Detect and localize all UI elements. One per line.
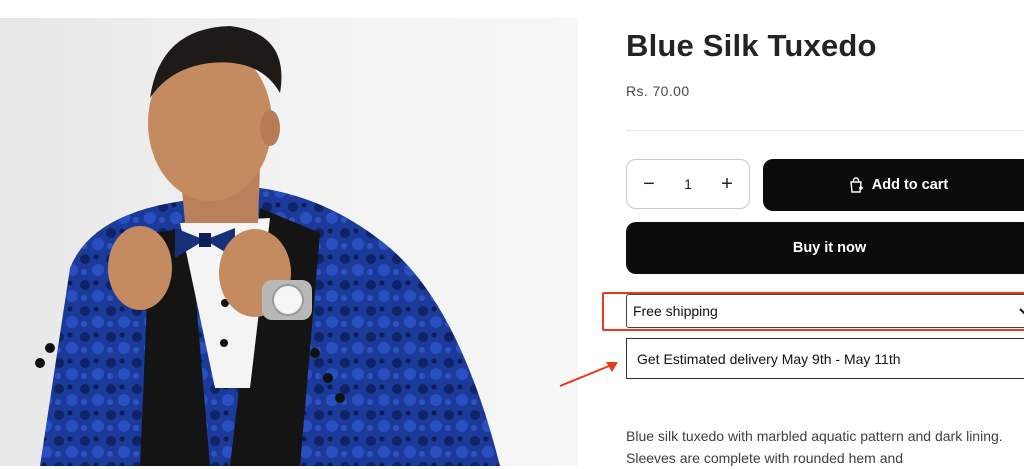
estimated-delivery: Get Estimated delivery May 9th - May 11t… <box>626 338 1024 379</box>
shipping-method-select[interactable]: Free shipping <box>626 294 1024 328</box>
product-image[interactable] <box>0 18 578 466</box>
chevron-down-icon <box>1019 308 1024 315</box>
add-to-cart-button[interactable]: Add to cart <box>763 159 1024 211</box>
buy-it-now-button[interactable]: Buy it now <box>626 222 1024 274</box>
quantity-input[interactable]: 1 <box>673 176 703 192</box>
divider <box>626 130 1024 131</box>
add-to-cart-label: Add to cart <box>871 177 949 193</box>
product-title: Blue Silk Tuxedo <box>626 28 877 63</box>
product-description: Blue silk tuxedo with marbled aquatic pa… <box>626 428 1003 466</box>
quantity-decrease-button[interactable]: − <box>637 172 661 196</box>
product-price: Rs. 70.00 <box>626 83 690 99</box>
shopping-bag-icon <box>849 177 863 193</box>
quantity-stepper: − 1 + <box>626 159 750 209</box>
quantity-increase-button[interactable]: + <box>715 172 739 196</box>
product-info: Blue Silk Tuxedo Rs. 70.00 − 1 + Add to … <box>602 0 1024 466</box>
arrow-icon <box>559 362 618 387</box>
estimated-delivery-text: Get Estimated delivery May 9th - May 11t… <box>637 350 901 367</box>
shipping-method-value: Free shipping <box>633 303 718 319</box>
buy-it-now-label: Buy it now <box>792 240 867 256</box>
product-photo-illustration <box>35 26 500 466</box>
